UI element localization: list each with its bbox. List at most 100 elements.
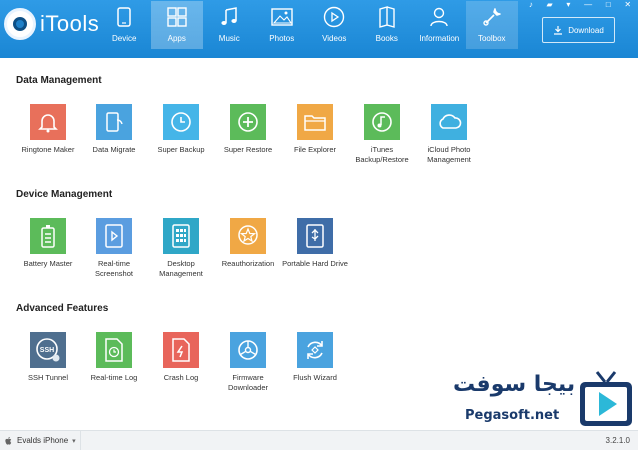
tool-label: Real-time Screenshot	[95, 259, 133, 278]
plus-restore-icon	[230, 104, 266, 140]
tool-real-time-screenshot[interactable]: Real-time Screenshot	[78, 218, 150, 279]
nav-toolbox[interactable]: Toolbox	[465, 1, 518, 49]
music-player-icon[interactable]: ♪	[529, 1, 533, 9]
tool-label: Battery Master	[23, 259, 73, 268]
music-icon	[218, 6, 240, 28]
maximize-icon[interactable]: □	[606, 1, 611, 9]
device-name: Evalds iPhone	[17, 436, 69, 445]
books-icon	[376, 6, 398, 28]
watermark-domain-text: Pegasoft.net	[465, 408, 560, 423]
nav-label: Books	[375, 34, 398, 43]
tool-label: iCloud Photo Management	[427, 145, 471, 164]
skin-icon[interactable]: ▰	[547, 1, 553, 9]
nav-information[interactable]: Information	[413, 1, 466, 49]
window-controls: ♪ ▰ ▾ — □ ✕	[522, 0, 638, 10]
clock-doc-icon	[96, 332, 132, 368]
tool-file-explorer[interactable]: File Explorer	[279, 104, 351, 155]
nav-videos[interactable]: Videos	[308, 1, 361, 49]
tool-label: Super Restore	[223, 145, 273, 154]
download-button[interactable]: Download	[542, 17, 615, 43]
tool-portable-hard-drive[interactable]: Portable Hard Drive	[279, 218, 351, 269]
nav-label: Toolbox	[477, 34, 506, 43]
nav-apps[interactable]: Apps	[150, 1, 203, 49]
tool-reauthorization[interactable]: Reauthorization	[212, 218, 284, 269]
app-logo: iTools	[4, 8, 99, 40]
device-selector[interactable]: Evalds iPhone ▾	[0, 430, 81, 450]
toolbox-icon	[481, 6, 503, 28]
tool-label: Crash Log	[163, 373, 199, 382]
status-bar: Evalds iPhone ▾ 3.2.1.0	[0, 430, 638, 450]
tool-itunes-backup-restore[interactable]: iTunes Backup/Restore	[346, 104, 418, 165]
ssh-icon: SSH	[30, 332, 66, 368]
apple-icon	[5, 436, 12, 445]
tool-label: Data Migrate	[92, 145, 136, 154]
photos-icon	[271, 6, 293, 28]
tool-battery-master[interactable]: Battery Master	[12, 218, 84, 269]
folder-icon	[297, 104, 333, 140]
svg-text:SSH: SSH	[40, 347, 54, 354]
apps-icon	[166, 6, 188, 28]
tool-label: Ringtone Maker	[21, 145, 75, 154]
tool-real-time-log[interactable]: Real-time Log	[78, 332, 150, 383]
clock-backup-icon	[163, 104, 199, 140]
grid-icon	[163, 218, 199, 254]
tool-label: Firmware Downloader	[227, 373, 269, 392]
top-bar: iTools Device Apps Music Photos Videos B…	[0, 0, 638, 58]
cloud-icon	[431, 104, 467, 140]
gear-wheel-icon	[230, 332, 266, 368]
battery-icon	[30, 218, 66, 254]
tool-firmware-downloader[interactable]: Firmware Downloader	[212, 332, 284, 393]
app-name: iTools	[40, 11, 100, 36]
nav-books[interactable]: Books	[361, 1, 414, 49]
bolt-doc-icon	[163, 332, 199, 368]
nav-device[interactable]: Device	[98, 1, 151, 49]
download-icon	[554, 26, 563, 35]
tool-label: Flush Wizard	[293, 373, 337, 382]
watermark-arabic-text: بيجا سوفت	[453, 372, 576, 397]
watermark: بيجا سوفت Pegasoft.net	[445, 370, 637, 430]
main-nav: Device Apps Music Photos Videos Books In…	[98, 1, 518, 49]
tool-ssh-tunnel[interactable]: SSH SSH Tunnel	[12, 332, 84, 383]
download-label: Download	[568, 25, 604, 35]
usb-drive-icon	[297, 218, 333, 254]
nav-photos[interactable]: Photos	[256, 1, 309, 49]
tool-ringtone-maker[interactable]: Ringtone Maker	[12, 104, 84, 155]
information-icon	[428, 6, 450, 28]
tool-super-restore[interactable]: Super Restore	[212, 104, 284, 155]
bell-icon	[30, 104, 66, 140]
tool-icloud-photo-management[interactable]: iCloud Photo Management	[413, 104, 485, 165]
tool-label: Super Backup	[157, 145, 205, 154]
music-note-icon	[364, 104, 400, 140]
nav-music[interactable]: Music	[203, 1, 256, 49]
tool-data-migrate[interactable]: Data Migrate	[78, 104, 150, 155]
version-label: 3.2.1.0	[605, 436, 630, 445]
tool-label: Portable Hard Drive	[282, 259, 348, 268]
play-screen-icon	[96, 218, 132, 254]
nav-label: Videos	[322, 34, 347, 43]
tool-label: Real-time Log	[90, 373, 138, 382]
phone-sync-icon	[96, 104, 132, 140]
tool-label: Desktop Management	[159, 259, 203, 278]
section-title-advanced-features: Advanced Features	[16, 303, 109, 314]
itools-logo-icon	[4, 8, 36, 40]
nav-label: Music	[218, 34, 240, 43]
tool-desktop-management[interactable]: Desktop Management	[145, 218, 217, 279]
tool-label: Reauthorization	[221, 259, 275, 268]
device-icon	[113, 6, 135, 28]
tool-flush-wizard[interactable]: Flush Wizard	[279, 332, 351, 383]
tv-play-logo-icon	[580, 371, 632, 426]
minimize-icon[interactable]: —	[584, 1, 592, 9]
videos-icon	[323, 6, 345, 28]
settings-icon[interactable]: ▾	[566, 1, 570, 9]
nav-label: Apps	[167, 34, 186, 43]
tool-label: SSH Tunnel	[27, 373, 69, 382]
tool-label: File Explorer	[293, 145, 337, 154]
section-title-data-management: Data Management	[16, 75, 102, 86]
tool-super-backup[interactable]: Super Backup	[145, 104, 217, 155]
nav-label: Information	[419, 34, 460, 43]
refresh-icon	[297, 332, 333, 368]
nav-label: Photos	[269, 34, 295, 43]
close-icon[interactable]: ✕	[624, 1, 631, 9]
tool-crash-log[interactable]: Crash Log	[145, 332, 217, 383]
badge-star-icon	[230, 218, 266, 254]
